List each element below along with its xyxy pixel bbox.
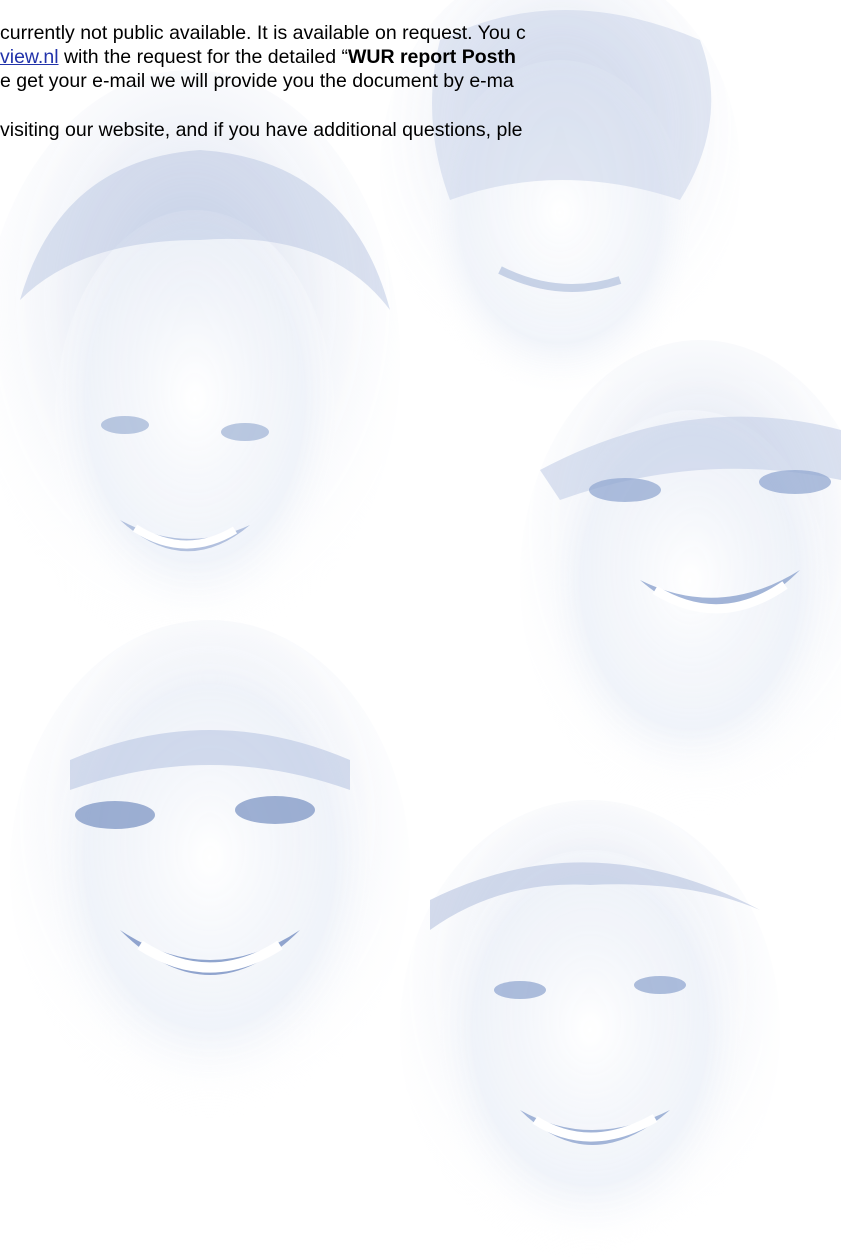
face-bottom-right-man	[400, 800, 780, 1259]
paragraph1-line2: view.nl with the request for the detaile…	[0, 45, 516, 69]
paragraph2-line1-text: visiting our website, and if you have ad…	[0, 119, 523, 141]
document-text: currently not public available. It is av…	[0, 0, 841, 300]
face-right-smiling	[520, 340, 841, 820]
document-page: currently not public available. It is av…	[0, 0, 841, 1259]
face-bottom-left	[10, 620, 410, 1120]
paragraph1-line3: e get your e-mail we will provide you th…	[0, 69, 514, 93]
paragraph2-line1: visiting our website, and if you have ad…	[0, 118, 523, 142]
paragraph1-line3-text: e get your e-mail we will provide you th…	[0, 70, 514, 92]
paragraph1-line2-text: with the request for the detailed “	[58, 46, 348, 68]
paragraph1-line1: currently not public available. It is av…	[0, 21, 526, 45]
report-title-bold: WUR report Posth	[347, 46, 516, 68]
email-link[interactable]: view.nl	[0, 46, 59, 68]
paragraph1-line1-text: currently not public available. It is av…	[0, 22, 526, 44]
